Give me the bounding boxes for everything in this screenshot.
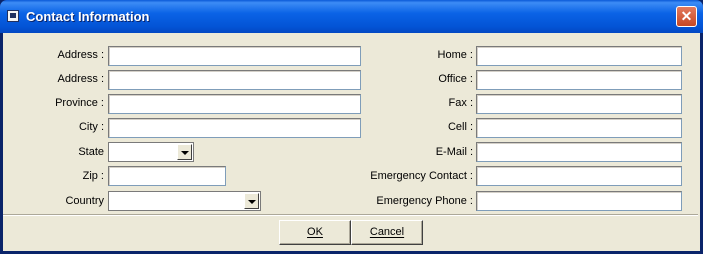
ok-button[interactable]: OK [279, 220, 351, 245]
office-phone-label: Office : [438, 73, 473, 85]
zip-input[interactable] [108, 166, 226, 186]
city-label: City : [78, 121, 104, 133]
home-phone-label: Home : [437, 49, 473, 61]
office-phone-input[interactable] [476, 70, 682, 90]
cell-input[interactable] [476, 118, 682, 138]
fax-label: Fax : [448, 97, 473, 109]
zip-label: Zip : [82, 170, 104, 182]
cancel-button-label: Cancel [369, 226, 405, 238]
state-select[interactable] [108, 142, 194, 162]
emergency-phone-input[interactable] [476, 191, 682, 211]
close-button[interactable]: ✕ [676, 6, 697, 27]
ok-button-label: OK [307, 226, 323, 238]
province-label: Province : [55, 97, 104, 109]
close-icon: ✕ [680, 8, 693, 24]
emergency-contact-input[interactable] [476, 166, 682, 186]
country-label: Country [65, 195, 104, 207]
window-icon [7, 10, 19, 22]
address2-label: Address : [57, 73, 104, 85]
email-label: E-Mail : [435, 146, 473, 158]
home-phone-input[interactable] [476, 46, 682, 66]
fax-input[interactable] [476, 94, 682, 114]
cell-label: Cell : [447, 121, 473, 133]
chevron-down-icon[interactable] [244, 193, 259, 209]
address1-label: Address : [57, 49, 104, 61]
emergency-phone-label: Emergency Phone : [376, 195, 473, 207]
state-label: State [78, 146, 104, 158]
cancel-button[interactable]: Cancel [351, 220, 423, 245]
dialog-body: Address : Address : Province : City : St… [3, 33, 700, 251]
fields-frame: Address : Address : Province : City : St… [3, 36, 698, 215]
window-title: Contact Information [26, 9, 150, 24]
contact-information-window: Contact Information ✕ Address : Address … [0, 0, 703, 254]
emergency-contact-label: Emergency Contact : [370, 170, 473, 182]
title-bar[interactable]: Contact Information ✕ [0, 0, 703, 33]
email-input[interactable] [476, 142, 682, 162]
chevron-down-icon[interactable] [177, 144, 192, 160]
country-select[interactable] [108, 191, 261, 211]
